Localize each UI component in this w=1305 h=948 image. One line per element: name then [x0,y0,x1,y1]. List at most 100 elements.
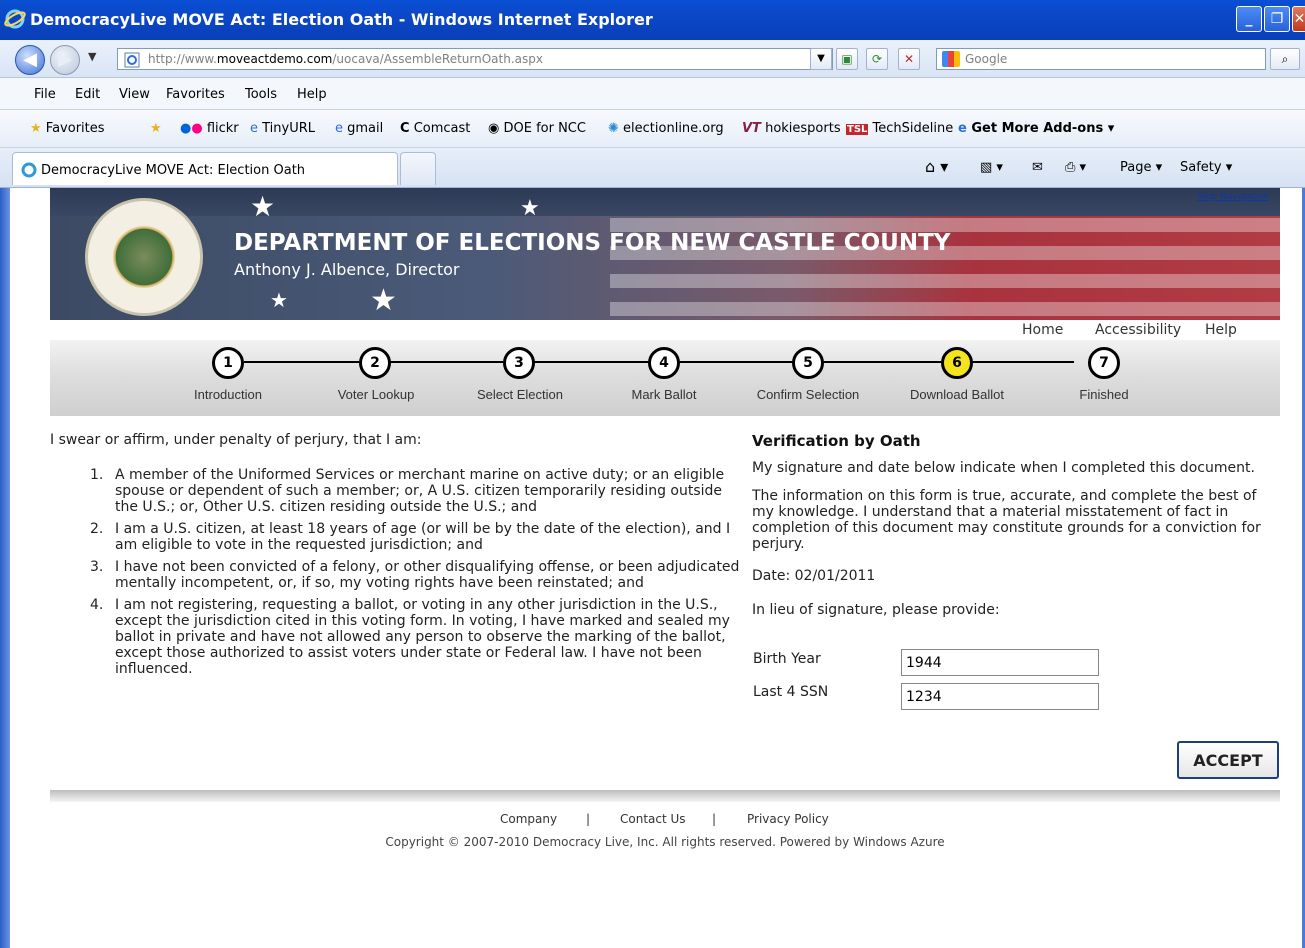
step-1-label: Introduction [194,387,262,402]
step-3-circle: 3 [503,347,535,379]
window-left-border [0,188,10,948]
fav-doe-ncc-label: DOE for NCC [503,121,586,136]
oath-item: 3. I have not been convicted of a felony,… [90,559,740,591]
fav-techsideline-label: TechSideline [872,121,954,136]
fav-tinyurl[interactable]: e TinyURL [250,121,315,136]
fav-gmail-label: gmail [347,121,384,136]
print-icon[interactable]: ⎙ ▾ [1065,160,1086,175]
step-6-circle-active: 6 [941,347,973,379]
restore-button[interactable]: ❐ [1264,6,1290,32]
search-icon[interactable]: ⌕ [1270,48,1300,70]
accessibility-link[interactable]: Accessibility [1095,322,1181,338]
window-titlebar: DemocracyLive MOVE Act: Election Oath - … [0,0,1305,40]
verification-title: Verification by Oath [752,432,921,450]
compatibility-view-icon[interactable]: ▣ [836,48,858,70]
last4-ssn-label: Last 4 SSN [753,684,829,700]
verification-statement: The information on this form is true, ac… [752,488,1261,552]
oath-item-number: 3. [90,559,104,575]
oath-item-text: I am not registering, requesting a ballo… [115,597,730,677]
step-1-circle: 1 [212,347,244,379]
page-title: DEPARTMENT OF ELECTIONS FOR NEW CASTLE C… [234,230,951,256]
favorites-bar: ★ Favorites ★ ●● flickr e TinyURL e gmai… [0,110,1305,148]
fav-techsideline[interactable]: TSL TechSideline [846,121,953,136]
menu-favorites[interactable]: Favorites [166,87,225,102]
contact-us-link[interactable]: Contact Us [620,812,686,826]
fav-comcast[interactable]: C Comcast [400,121,470,136]
step-4-label: Mark Ballot [631,387,697,402]
favorites-button[interactable]: ★ Favorites [30,121,105,136]
menu-tools[interactable]: Tools [245,87,277,102]
oath-item-number: 4. [90,597,104,613]
feeds-icon[interactable]: ▧ ▾ [980,160,1003,175]
fav-flickr[interactable]: ●● flickr [180,121,239,136]
back-button[interactable]: ◀ [15,45,45,75]
accept-button[interactable]: ACCEPT [1177,741,1279,779]
star-icon: ★ [370,283,397,318]
menu-file[interactable]: File [34,87,56,102]
fav-tinyurl-label: TinyURL [262,121,316,136]
oath-item: 4. I am not registering, requesting a bal… [90,597,740,677]
fav-electionline[interactable]: ✺ electionline.org [608,121,724,136]
flag-stripe [610,302,1280,316]
safety-menu[interactable]: Safety ▾ [1180,160,1232,175]
page-icon [124,52,140,68]
mail-icon[interactable]: ✉ [1032,160,1043,175]
fav-get-addons-label: Get More Add-ons [971,121,1104,136]
oath-item: 2. I am a U.S. citizen, at least 18 years… [90,521,740,553]
verification-panel: Verification by Oath My signature and da… [752,432,1277,630]
new-tab-button[interactable] [400,152,436,185]
refresh-icon[interactable]: ⟳ [866,48,888,70]
tab-election-oath[interactable]: DemocracyLive MOVE Act: Election Oath [12,152,398,185]
fav-hokiesports[interactable]: VT hokiesports [742,121,841,136]
step-4-circle: 4 [648,347,680,379]
last4-ssn-input[interactable] [901,683,1099,710]
birth-year-input[interactable] [901,649,1099,676]
menu-help[interactable]: Help [297,87,327,102]
search-field[interactable]: Google [936,48,1266,70]
menu-view[interactable]: View [119,87,150,102]
fav-electionline-label: electionline.org [623,121,724,136]
address-dropdown-icon[interactable]: ▼ [810,48,832,70]
star-icon: ★ [250,190,276,223]
close-button[interactable]: ✕ [1292,6,1305,32]
skip-navigation-link[interactable]: Skip Navigation [1198,192,1269,202]
step-7-label: Finished [1079,387,1129,402]
help-link[interactable]: Help [1205,322,1237,338]
oath-item: 1. A member of the Uniformed Services or … [90,467,740,515]
ie-tab-icon [21,162,37,178]
step-6-label: Download Ballot [910,387,1004,402]
oath-intro: I swear or affirm, under penalty of perj… [50,432,422,448]
progress-steps: 1 2 3 4 5 6 7 Introduction Voter Lookup … [50,340,1280,416]
minimize-button[interactable]: _ [1236,6,1262,32]
fav-comcast-label: Comcast [413,121,471,136]
privacy-policy-link[interactable]: Privacy Policy [747,812,829,826]
address-field[interactable]: http://www.moveactdemo.com/uocava/Assemb… [117,48,833,70]
step-7-circle: 7 [1088,347,1120,379]
google-icon [942,51,960,67]
home-link[interactable]: Home [1022,322,1063,338]
company-link[interactable]: Company [500,812,557,826]
footer-divider [50,790,1280,802]
fav-gmail[interactable]: e gmail [335,121,383,136]
recent-pages-dropdown-icon[interactable]: ▼ [88,50,96,63]
fav-flickr-label: flickr [206,121,239,136]
step-5-label: Confirm Selection [756,387,860,402]
menu-edit[interactable]: Edit [75,87,100,102]
fav-get-addons[interactable]: e Get More Add-ons ▾ [958,121,1114,136]
star-icon: ★ [270,288,288,312]
page-menu[interactable]: Page ▾ [1120,160,1162,175]
home-icon[interactable]: ⌂ ▾ [925,157,948,176]
forward-button[interactable]: ▶ [50,45,80,75]
footer-separator: | [586,812,591,826]
safety-menu-label: Safety [1180,160,1222,175]
banner-sky [50,188,1280,216]
add-favorite-icon[interactable]: ★ [150,121,162,136]
address-toolbar: ◀ ▶ ▼ http://www.moveactdemo.com/uocava/… [0,40,1305,78]
star-icon: ★ [520,196,540,221]
stop-icon[interactable]: ✕ [898,48,920,70]
copyright-text: Copyright © 2007-2010 Democracy Live, In… [385,835,945,849]
menu-bar: File Edit View Favorites Tools Help [0,78,1305,110]
fav-doe-ncc[interactable]: ◉ DOE for NCC [488,121,586,136]
state-seal-logo [85,198,203,316]
tab-bar: DemocracyLive MOVE Act: Election Oath ⌂ … [0,148,1305,188]
